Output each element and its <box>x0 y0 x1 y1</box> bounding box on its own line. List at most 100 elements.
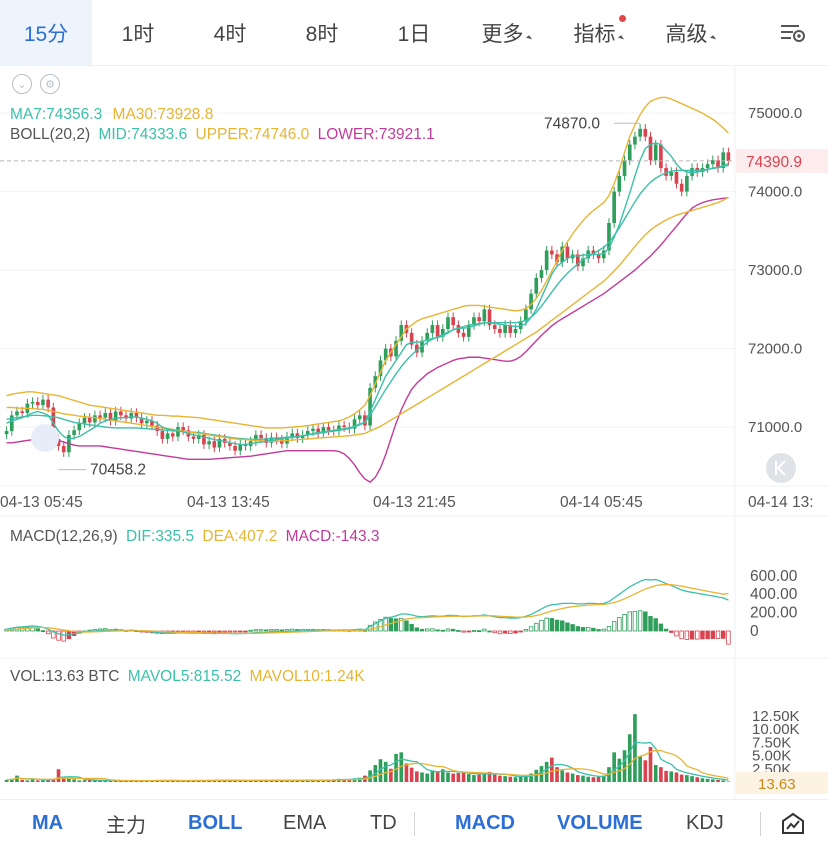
volume-bar <box>674 772 679 782</box>
collapse-icon[interactable]: ⌄ <box>12 74 32 94</box>
candle-body <box>477 317 481 322</box>
macd-bar <box>264 629 269 632</box>
volume-bar <box>103 780 108 782</box>
volume-bar <box>446 772 450 782</box>
candle-body <box>160 431 165 439</box>
macd-bar <box>528 626 534 632</box>
indicator-volume[interactable]: VOLUME <box>557 800 643 847</box>
candle-body <box>498 328 502 333</box>
candle-body <box>144 420 149 424</box>
tab-1d[interactable]: 1日 <box>368 0 460 65</box>
indicator-td[interactable]: TD <box>370 800 397 847</box>
volume-bar <box>503 776 507 782</box>
volume-bar <box>570 773 575 782</box>
macd-bar <box>549 618 555 632</box>
volume-bar <box>560 770 565 782</box>
candle-body <box>35 402 40 406</box>
indicator-bar: MA 主力 BOLL EMA TD MACD VOLUME KDJ <box>0 799 828 847</box>
tab-label: 指标 <box>573 22 616 46</box>
volume-bar <box>409 767 414 782</box>
price-tick-label: 73000.0 <box>748 262 802 279</box>
tab-4h[interactable]: 4时 <box>184 0 276 65</box>
candle-body <box>638 128 642 137</box>
candlestick-chart[interactable]: 75000.0 74000.0 73000.0 72000.0 71000.0 74390… <box>0 66 828 799</box>
macd-bar <box>40 630 46 633</box>
macd-legend: MACD(12,26,9) DIF:335.5 DEA:407.2 MACD:-… <box>10 528 380 546</box>
macd-bar <box>414 627 420 632</box>
candle-body <box>191 436 196 439</box>
high-marker-label: 74870.0 <box>544 115 600 132</box>
tab-advanced[interactable]: 高级 <box>644 0 736 65</box>
candle-body <box>622 160 627 176</box>
tab-more[interactable]: 更多 <box>460 0 552 65</box>
macd-bar <box>622 614 627 632</box>
volume-bar <box>430 770 435 782</box>
indicator-label: MA <box>32 812 64 834</box>
volume-bar <box>669 771 674 782</box>
boll-lower-line <box>6 197 729 483</box>
candle-body <box>633 136 637 145</box>
macd-bar <box>637 610 643 632</box>
indicator-label: KDJ <box>686 812 724 834</box>
indicator-ema[interactable]: EMA <box>283 800 326 847</box>
macd-bar <box>45 630 51 635</box>
volume-bar <box>653 765 658 782</box>
last-price-label: 74390.9 <box>746 154 802 171</box>
volume-bar <box>575 775 580 782</box>
macd-bar <box>419 628 425 632</box>
tab-15min[interactable]: 15分 <box>0 0 92 65</box>
candle-body <box>15 411 19 416</box>
indicator-settings-icon[interactable]: ⚙ <box>40 74 60 94</box>
divider <box>414 812 415 836</box>
tab-8h[interactable]: 8时 <box>276 0 368 65</box>
candle-body <box>20 411 24 413</box>
candle-body <box>342 425 346 428</box>
volume-legend: VOL:13.63 BTC MAVOL5:815.52 MAVOL10:1.24… <box>10 668 365 686</box>
tab-label: 8时 <box>305 22 339 46</box>
macd-bar <box>591 627 596 632</box>
volume-bar <box>633 714 637 782</box>
chart-draw-icon[interactable] <box>780 800 806 847</box>
volume-bar <box>461 772 466 782</box>
macd-bar <box>648 616 653 632</box>
ma30-line <box>6 196 729 442</box>
indicator-main-force[interactable]: 主力 <box>106 800 146 847</box>
volume-bar <box>82 780 87 782</box>
macd-bar <box>248 629 253 632</box>
indicator-boll[interactable]: BOLL <box>188 800 242 847</box>
indicator-ma[interactable]: MA <box>32 800 63 847</box>
macd-bar <box>217 630 222 633</box>
macd-bar <box>409 623 414 632</box>
dea-line <box>6 583 729 635</box>
last-volume-label: 13.63 <box>758 776 796 793</box>
candle-body <box>565 246 570 259</box>
tab-1h[interactable]: 1时 <box>92 0 184 65</box>
macd-bar <box>35 628 40 632</box>
macd-tick-label: 0 <box>750 623 759 640</box>
notification-dot-icon <box>619 15 626 22</box>
candle-body <box>674 171 679 184</box>
macd-bar <box>539 619 544 632</box>
indicator-macd[interactable]: MACD <box>455 800 515 847</box>
candle-body <box>326 427 331 431</box>
timeframe-bar: 15分 1时 4时 8时 1日 更多 指标 高级 <box>0 0 828 66</box>
indicator-kdj[interactable]: KDJ <box>686 800 724 847</box>
macd-bar <box>222 630 227 633</box>
candle-body <box>165 433 170 439</box>
macd-tick-label: 400.00 <box>750 586 798 603</box>
macd-bar <box>269 629 274 632</box>
macd-bar <box>456 630 461 632</box>
volume-bar <box>498 775 502 782</box>
candle-body <box>653 144 658 161</box>
volume-bar <box>550 757 554 782</box>
tab-indicators[interactable]: 指标 <box>552 0 644 65</box>
volume-bar <box>586 776 591 782</box>
candle-body <box>357 415 362 420</box>
volume-bar <box>404 763 409 782</box>
volume-bar <box>534 769 539 782</box>
volume-bar <box>30 779 35 782</box>
ma30-value: MA30:73928.8 <box>112 106 214 123</box>
chart-settings-icon[interactable] <box>758 0 828 65</box>
macd-bar <box>575 626 581 632</box>
macd-bar <box>243 630 248 633</box>
